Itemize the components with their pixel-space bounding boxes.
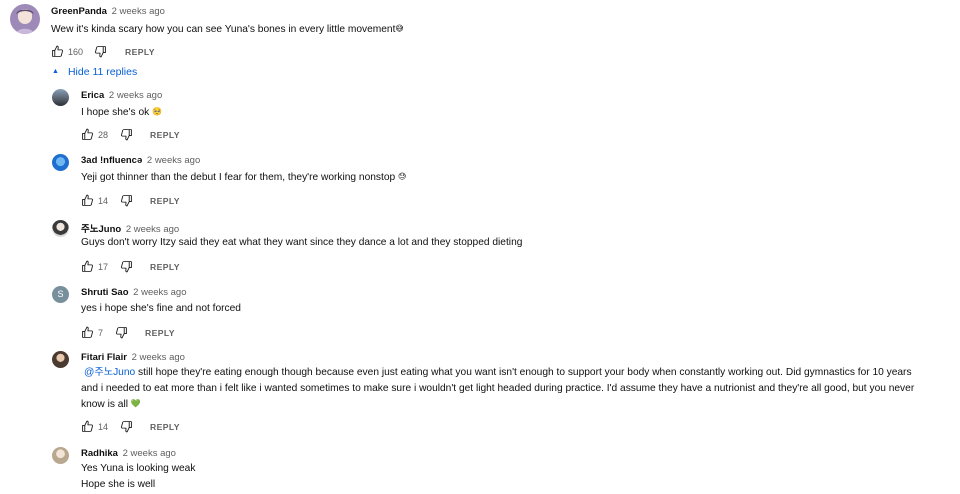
emoji: 😓 — [398, 172, 407, 181]
author-name[interactable]: 주노Juno — [81, 224, 121, 235]
comment-actions: 14 REPLY — [81, 194, 281, 208]
emoji: 🥺 — [152, 107, 163, 116]
avatar[interactable] — [10, 4, 40, 34]
comment-actions: 17 REPLY — [81, 260, 281, 274]
comment-header: 주노Juno 2 weeks ago — [81, 221, 179, 235]
comment-actions: 14 REPLY — [81, 420, 281, 434]
comment-actions: 160 REPLY — [51, 45, 251, 59]
reply-button[interactable]: REPLY — [125, 47, 155, 57]
comment-text: yes i hope she's fine and not forced — [81, 303, 241, 314]
avatar[interactable] — [52, 351, 69, 368]
comment-text-line: Yes Yuna is looking weak — [81, 463, 196, 474]
timestamp[interactable]: 2 weeks ago — [132, 352, 185, 363]
comment-header: Radhika 2 weeks ago — [81, 448, 176, 459]
timestamp[interactable]: 2 weeks ago — [147, 155, 200, 166]
author-name[interactable]: GreenPanda — [51, 6, 107, 17]
author-name[interactable]: Shruti Sao — [81, 287, 129, 298]
reply-button[interactable]: REPLY — [150, 422, 180, 432]
mention-link[interactable]: @주노Juno — [84, 367, 135, 378]
thumbs-down-icon[interactable] — [94, 45, 107, 58]
thumbs-up-icon[interactable] — [81, 326, 94, 339]
caret-up-icon: ▲ — [52, 68, 59, 75]
comment-header: Erica 2 weeks ago — [81, 90, 162, 101]
avatar[interactable] — [52, 154, 69, 171]
like-count: 7 — [98, 328, 104, 338]
timestamp[interactable]: 2 weeks ago — [133, 287, 186, 298]
comment-text: Guys don't worry Itzy said they eat what… — [81, 237, 523, 248]
like-count: 14 — [98, 196, 109, 206]
comment-text: @주노Juno still hope they're eating enough… — [81, 365, 941, 413]
author-name[interactable]: Erica — [81, 90, 104, 101]
timestamp[interactable]: 2 weeks ago — [126, 224, 179, 235]
comment-header: Fitari Flair 2 weeks ago — [81, 352, 185, 363]
author-name[interactable]: Radhika — [81, 448, 118, 459]
thumbs-up-icon[interactable] — [81, 194, 94, 207]
reply-button[interactable]: REPLY — [150, 262, 180, 272]
comment-text-line: know is all 💚 — [81, 399, 141, 410]
comment-header: 3ad !nfluencə 2 weeks ago — [81, 155, 200, 166]
thumbs-down-icon[interactable] — [120, 420, 133, 433]
avatar[interactable] — [52, 220, 69, 237]
comment-text: Wew it's kinda scary how you can see Yun… — [51, 24, 404, 35]
comment-actions: 28 REPLY — [81, 128, 281, 142]
comment-text-line: and i needed to eat more than i felt lik… — [81, 382, 915, 394]
comment-actions: 7 REPLY — [81, 326, 281, 340]
avatar[interactable] — [52, 447, 69, 464]
timestamp[interactable]: 2 weeks ago — [109, 90, 162, 101]
reply-button[interactable]: REPLY — [150, 130, 180, 140]
thumbs-up-icon[interactable] — [81, 260, 94, 273]
timestamp[interactable]: 2 weeks ago — [112, 6, 165, 17]
hide-replies-button[interactable]: ▲ Hide 11 replies — [52, 66, 137, 78]
comment-text: Yes Yuna is looking weak Hope she is wel… — [81, 461, 195, 492]
thumbs-down-icon[interactable] — [115, 326, 128, 339]
reply-button[interactable]: REPLY — [150, 196, 180, 206]
thumbs-down-icon[interactable] — [120, 194, 133, 207]
thumbs-up-icon[interactable] — [81, 128, 94, 141]
emoji: 💚 — [130, 399, 141, 408]
like-count: 160 — [68, 47, 84, 57]
avatar[interactable] — [52, 89, 69, 106]
comment-text-line: @주노Juno still hope they're eating enough… — [84, 367, 912, 378]
reply-button[interactable]: REPLY — [145, 328, 175, 338]
thumbs-up-icon[interactable] — [81, 420, 94, 433]
avatar[interactable]: S — [52, 286, 69, 303]
emoji: 😅 — [395, 24, 404, 33]
author-name[interactable]: Fitari Flair — [81, 352, 127, 363]
thumbs-up-icon[interactable] — [51, 45, 64, 58]
comment-text: Yeji got thinner than the debut I fear f… — [81, 172, 407, 183]
like-count: 28 — [98, 130, 109, 140]
thumbs-down-icon[interactable] — [120, 128, 133, 141]
thumbs-down-icon[interactable] — [120, 260, 133, 273]
comment-text-line: Hope she is well — [81, 478, 156, 490]
comment-header: GreenPanda 2 weeks ago — [51, 6, 165, 17]
timestamp[interactable]: 2 weeks ago — [123, 448, 176, 459]
like-count: 17 — [98, 262, 109, 272]
like-count: 14 — [98, 422, 109, 432]
comment-header: Shruti Sao 2 weeks ago — [81, 287, 187, 298]
author-name[interactable]: 3ad !nfluencə — [81, 155, 142, 166]
comment-text: I hope she's ok 🥺 — [81, 107, 163, 118]
